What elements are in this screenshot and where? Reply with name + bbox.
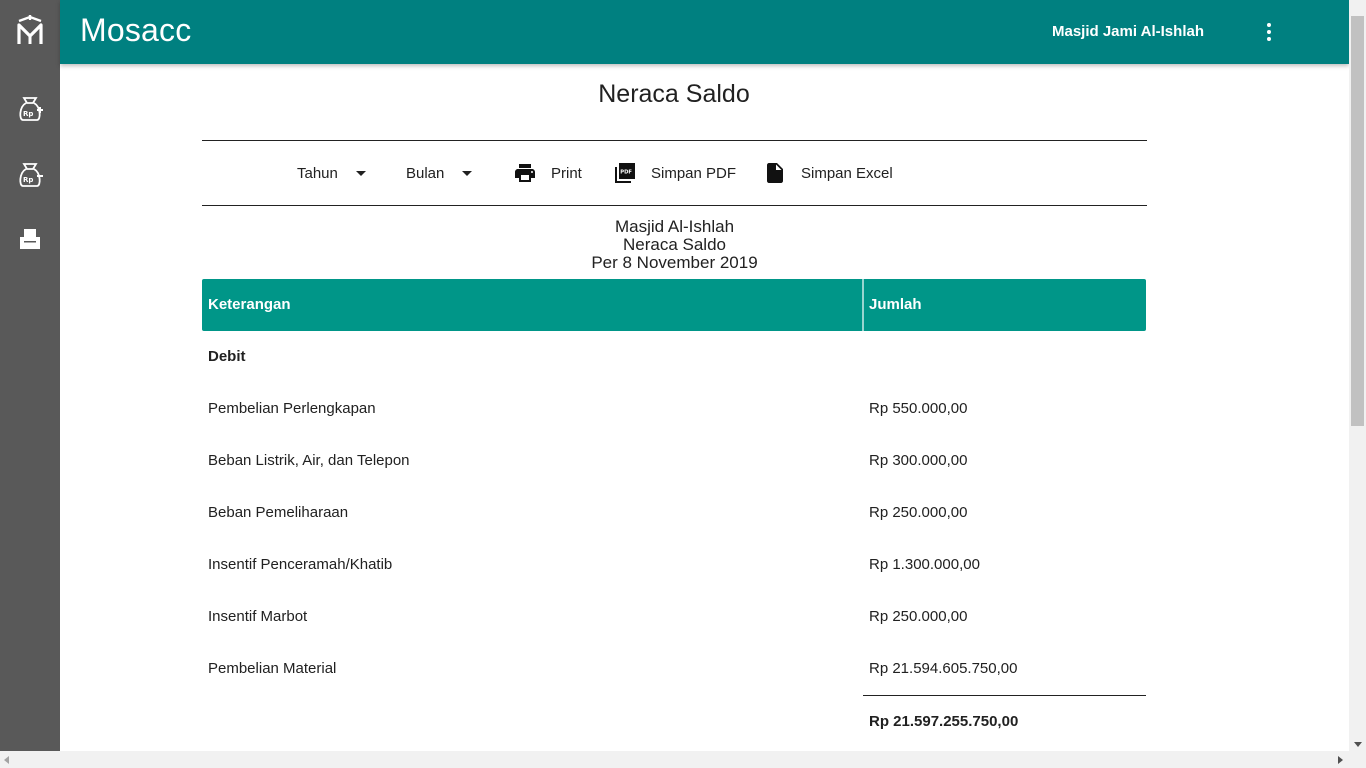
row-amount: Rp 550.000,00: [869, 400, 968, 417]
column-header-amount: Jumlah: [869, 296, 922, 313]
sidebar: Rp Rp: [0, 0, 60, 751]
table-row: Insentif Penceramah/Khatib Rp 1.300.000,…: [202, 539, 1146, 591]
page-title: Neraca Saldo: [598, 80, 750, 108]
app-logo-icon[interactable]: [15, 14, 45, 48]
scroll-left-arrow-icon[interactable]: [4, 756, 9, 764]
scroll-right-arrow-icon[interactable]: [1338, 756, 1343, 764]
year-select-label: Tahun: [297, 164, 338, 182]
more-vert-icon: [1267, 23, 1271, 41]
print-button[interactable]: Print: [513, 160, 582, 186]
table-section-row: Debit: [202, 331, 1146, 383]
month-select-label: Bulan: [406, 164, 445, 182]
total-divider: [863, 695, 1146, 696]
year-select[interactable]: Tahun: [297, 160, 366, 186]
divider: [202, 205, 1147, 206]
report-organization: Masjid Al-Ishlah: [614, 217, 735, 236]
save-pdf-label: Simpan PDF: [651, 164, 737, 182]
money-bag-out-icon: Rp: [19, 163, 43, 187]
print-label: Print: [551, 164, 582, 182]
total-amount: Rp 21.597.255.750,00: [869, 713, 1019, 730]
section-label: Debit: [208, 348, 246, 365]
horizontal-scrollbar[interactable]: [0, 751, 1366, 768]
scrollbar-thumb[interactable]: [1351, 16, 1364, 426]
app-brand[interactable]: Mosacc: [80, 12, 191, 49]
table-row: Beban Pemeliharaan Rp 250.000,00: [202, 487, 1146, 539]
sidebar-item-report[interactable]: [15, 224, 45, 254]
row-description: Insentif Penceramah/Khatib: [208, 556, 393, 573]
app-bar: Mosacc Masjid Jami Al-Ishlah: [60, 0, 1349, 64]
report-period: Per 8 November 2019: [591, 253, 758, 272]
report-name: Neraca Saldo: [622, 235, 726, 254]
row-amount: Rp 250.000,00: [869, 608, 968, 625]
table-header: Keterangan Jumlah: [202, 279, 1146, 331]
row-description: Insentif Marbot: [208, 608, 308, 625]
row-amount: Rp 21.594.605.750,00: [869, 660, 1018, 677]
row-description: Beban Pemeliharaan: [208, 504, 349, 521]
month-select[interactable]: Bulan: [406, 160, 473, 186]
svg-text:Rp: Rp: [23, 110, 33, 118]
scroll-down-arrow-icon[interactable]: [1354, 742, 1362, 747]
caret-down-icon: [355, 170, 366, 176]
row-description: Pembelian Material: [208, 660, 337, 677]
more-options-button[interactable]: [1257, 20, 1281, 44]
table-row: Pembelian Perlengkapan Rp 550.000,00: [202, 383, 1146, 435]
sidebar-item-income[interactable]: Rp: [15, 94, 45, 124]
report-header: Masjid Al-Ishlah Neraca Saldo Per 8 Nove…: [202, 218, 1147, 272]
pdf-file-icon: PDF: [613, 161, 637, 185]
row-description: Beban Listrik, Air, dan Telepon: [208, 452, 410, 469]
save-excel-label: Simpan Excel: [801, 164, 893, 182]
printer-icon: [513, 161, 537, 185]
table-row: Pembelian Material Rp 21.594.605.750,00: [202, 643, 1146, 695]
caret-down-icon: [462, 170, 473, 176]
column-header-description: Keterangan: [208, 296, 291, 313]
column-separator: [862, 279, 864, 331]
printer-report-icon: [20, 229, 40, 249]
save-pdf-button[interactable]: PDF Simpan PDF: [613, 160, 736, 186]
row-amount: Rp 300.000,00: [869, 452, 968, 469]
vertical-scrollbar[interactable]: [1349, 0, 1366, 751]
row-description: Pembelian Perlengkapan: [208, 400, 376, 417]
table-row: Insentif Marbot Rp 250.000,00: [202, 591, 1146, 643]
file-icon: [763, 161, 787, 185]
sidebar-item-expense[interactable]: Rp: [15, 160, 45, 190]
svg-text:PDF: PDF: [620, 170, 632, 176]
row-amount: Rp 250.000,00: [869, 504, 968, 521]
row-amount: Rp 1.300.000,00: [869, 556, 980, 573]
divider: [202, 140, 1147, 141]
table-row: Beban Listrik, Air, dan Telepon Rp 300.0…: [202, 435, 1146, 487]
organization-name: Masjid Jami Al-Ishlah: [1052, 23, 1204, 40]
save-excel-button[interactable]: Simpan Excel: [763, 160, 893, 186]
svg-text:Rp: Rp: [23, 176, 33, 184]
money-bag-in-icon: Rp: [19, 97, 43, 121]
